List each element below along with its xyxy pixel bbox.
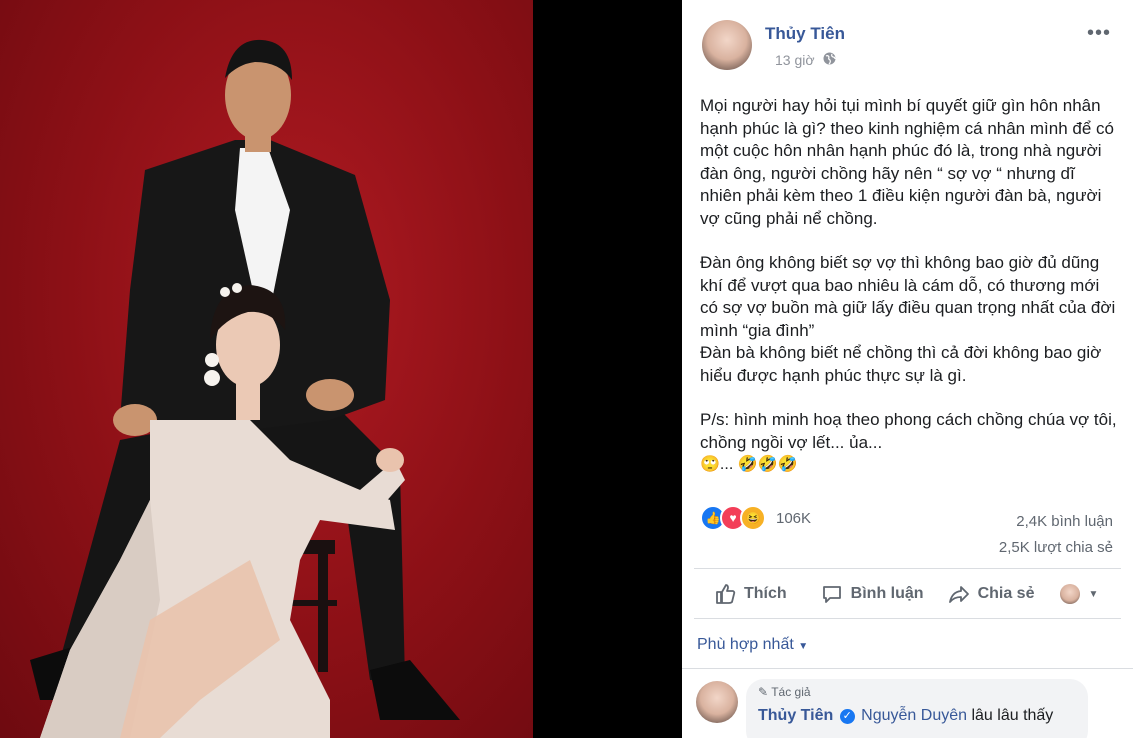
comment-text: lâu lâu thấy: [971, 707, 1054, 724]
reaction-summary[interactable]: 👍 ♥ 😆 106K: [700, 505, 811, 531]
divider: [694, 618, 1121, 619]
post-paragraph: Đàn bà không biết nể chồng thì cả đời kh…: [700, 343, 1102, 385]
post-panel: Thủy Tiên 13 giờ ••• Mọi người hay hỏi t…: [682, 0, 1133, 738]
comment-bubble: ✎ Tác giả Thủy Tiên ✓ Nguyễn Duyên lâu l…: [746, 679, 1088, 738]
like-button[interactable]: Thích: [714, 583, 787, 605]
sort-label: Phù hợp nhất: [697, 636, 794, 653]
comment-section: ✎ Tác giả Thủy Tiên ✓ Nguyễn Duyên lâu l…: [682, 668, 1133, 738]
post-time[interactable]: 13 giờ: [775, 52, 815, 68]
post-photo[interactable]: [0, 0, 533, 738]
globe-icon[interactable]: [823, 52, 836, 68]
couple-photo-illustration: [30, 39, 460, 738]
share-button[interactable]: Chia sẻ: [948, 583, 1035, 605]
engagement-counts: 2,4K bình luận 2,5K lượt chia sẻ: [999, 509, 1113, 561]
comment-count[interactable]: 2,4K bình luận: [999, 509, 1113, 535]
author-badge: ✎ Tác giả: [758, 685, 811, 699]
comment-tag[interactable]: Nguyễn Duyên: [861, 707, 967, 724]
share-arrow-icon: [948, 586, 969, 603]
post-paragraph: Đàn ông không biết sợ vợ thì không bao g…: [700, 253, 1116, 340]
divider: [694, 568, 1121, 569]
caret-down-icon: ▼: [798, 641, 809, 652]
comment-author[interactable]: Thủy Tiên: [758, 707, 833, 724]
post-paragraph: P/s: hình minh hoạ theo phong cách chồng…: [700, 410, 1117, 452]
chevron-down-icon: ▼: [1088, 588, 1099, 600]
post-actions: Thích Bình luận Chia sẻ ▼: [694, 574, 1121, 614]
photo-viewer: [0, 0, 682, 738]
pen-icon: ✎: [758, 685, 769, 699]
react-as-selector[interactable]: ▼: [1060, 584, 1098, 604]
share-label: Chia sẻ: [977, 585, 1035, 602]
commenter-avatar[interactable]: [696, 681, 738, 723]
speech-bubble-icon: [822, 586, 841, 603]
author-avatar[interactable]: [702, 20, 752, 70]
post-paragraph: Mọi người hay hỏi tụi mình bí quyết giữ …: [700, 96, 1114, 228]
post-body: Mọi người hay hỏi tụi mình bí quyết giữ …: [700, 95, 1118, 477]
author-name[interactable]: Thủy Tiên: [765, 24, 845, 44]
share-count[interactable]: 2,5K lượt chia sẻ: [999, 535, 1113, 561]
more-options-button[interactable]: •••: [1087, 22, 1111, 45]
like-label: Thích: [744, 585, 787, 602]
post-meta: 13 giờ: [775, 52, 836, 68]
comment-button[interactable]: Bình luận: [821, 583, 924, 605]
reaction-count[interactable]: 106K: [776, 510, 811, 527]
post-emoji-line: 🙄... 🤣🤣🤣: [700, 456, 798, 473]
haha-icon: 😆: [740, 505, 766, 531]
verified-badge-icon: ✓: [839, 709, 855, 724]
comment-line: Thủy Tiên ✓ Nguyễn Duyên lâu lâu thấy: [758, 707, 1053, 725]
page-avatar-small: [1060, 584, 1081, 604]
thumbs-up-icon: [716, 584, 736, 604]
comment-sort-dropdown[interactable]: Phù hợp nhất ▼: [697, 636, 808, 654]
comment-label: Bình luận: [850, 585, 924, 602]
